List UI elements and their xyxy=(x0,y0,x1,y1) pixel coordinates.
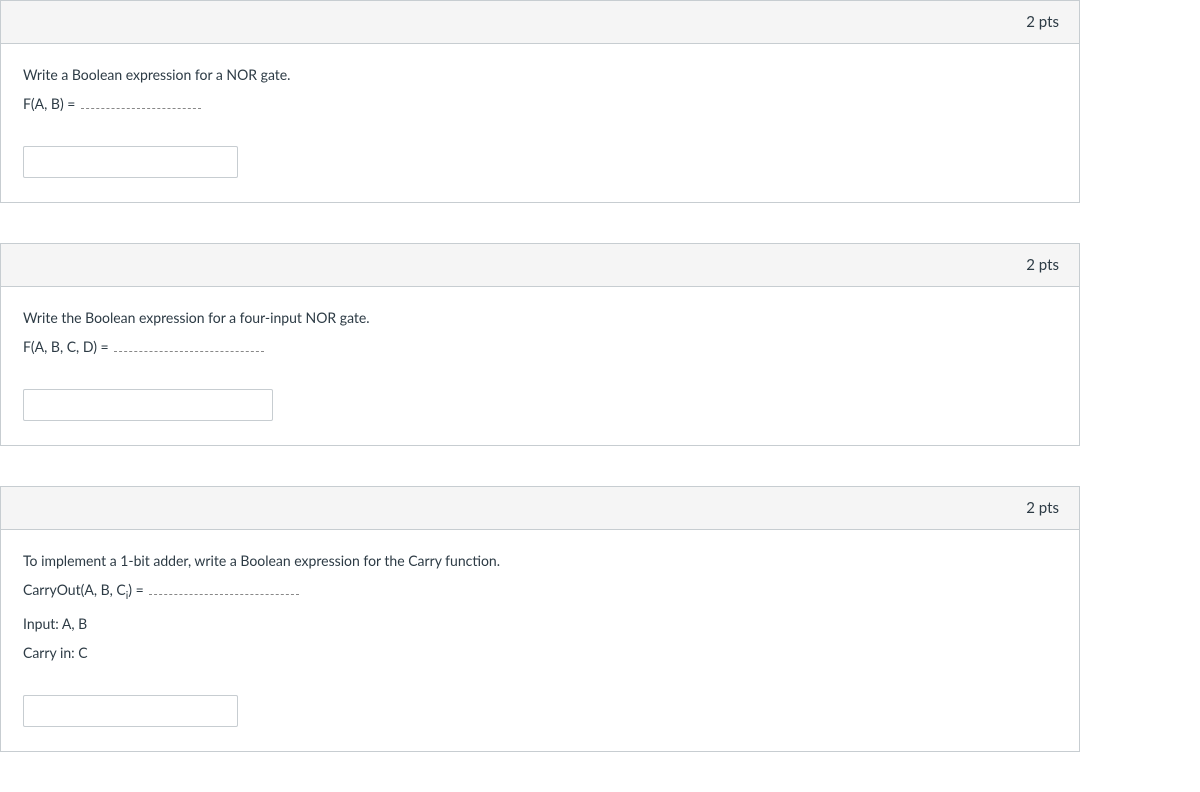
question-line: F(A, B, C, D) = xyxy=(23,336,1057,357)
question-line: Carry in: C xyxy=(23,642,1057,663)
question-line: Write a Boolean expression for a NOR gat… xyxy=(23,64,1057,85)
question-line: Input: A, B xyxy=(23,613,1057,634)
formula-prefix: F(A, B) = xyxy=(23,95,75,112)
question-header: . 2 pts xyxy=(1,1,1079,44)
answer-input[interactable] xyxy=(23,695,238,727)
answer-input[interactable] xyxy=(23,389,273,421)
question-text: To implement a 1-bit adder, write a Bool… xyxy=(23,550,1057,663)
answer-input[interactable] xyxy=(23,146,238,178)
question-text: Write the Boolean expression for a four-… xyxy=(23,307,1057,357)
question-block: . 2 pts To implement a 1-bit adder, writ… xyxy=(0,486,1080,752)
question-block: . 2 pts Write the Boolean expression for… xyxy=(0,243,1080,446)
question-header: . 2 pts xyxy=(1,487,1079,530)
question-line: F(A, B) = xyxy=(23,93,1057,114)
blank-line xyxy=(81,95,201,109)
question-body: Write a Boolean expression for a NOR gat… xyxy=(1,44,1079,202)
formula-prefix: CarryOut(A, B, Ci) = xyxy=(23,581,144,598)
blank-line xyxy=(149,581,299,595)
question-body: Write the Boolean expression for a four-… xyxy=(1,287,1079,445)
question-line: CarryOut(A, B, Ci) = xyxy=(23,579,1057,605)
question-header: . 2 pts xyxy=(1,244,1079,287)
question-line: Write the Boolean expression for a four-… xyxy=(23,307,1057,328)
question-block: . 2 pts Write a Boolean expression for a… xyxy=(0,0,1080,203)
question-line: To implement a 1-bit adder, write a Bool… xyxy=(23,550,1057,571)
points-label: 2 pts xyxy=(1026,499,1059,517)
blank-line xyxy=(114,338,264,352)
question-text: Write a Boolean expression for a NOR gat… xyxy=(23,64,1057,114)
question-body: To implement a 1-bit adder, write a Bool… xyxy=(1,530,1079,751)
points-label: 2 pts xyxy=(1026,13,1059,31)
points-label: 2 pts xyxy=(1026,256,1059,274)
formula-prefix: F(A, B, C, D) = xyxy=(23,338,109,355)
